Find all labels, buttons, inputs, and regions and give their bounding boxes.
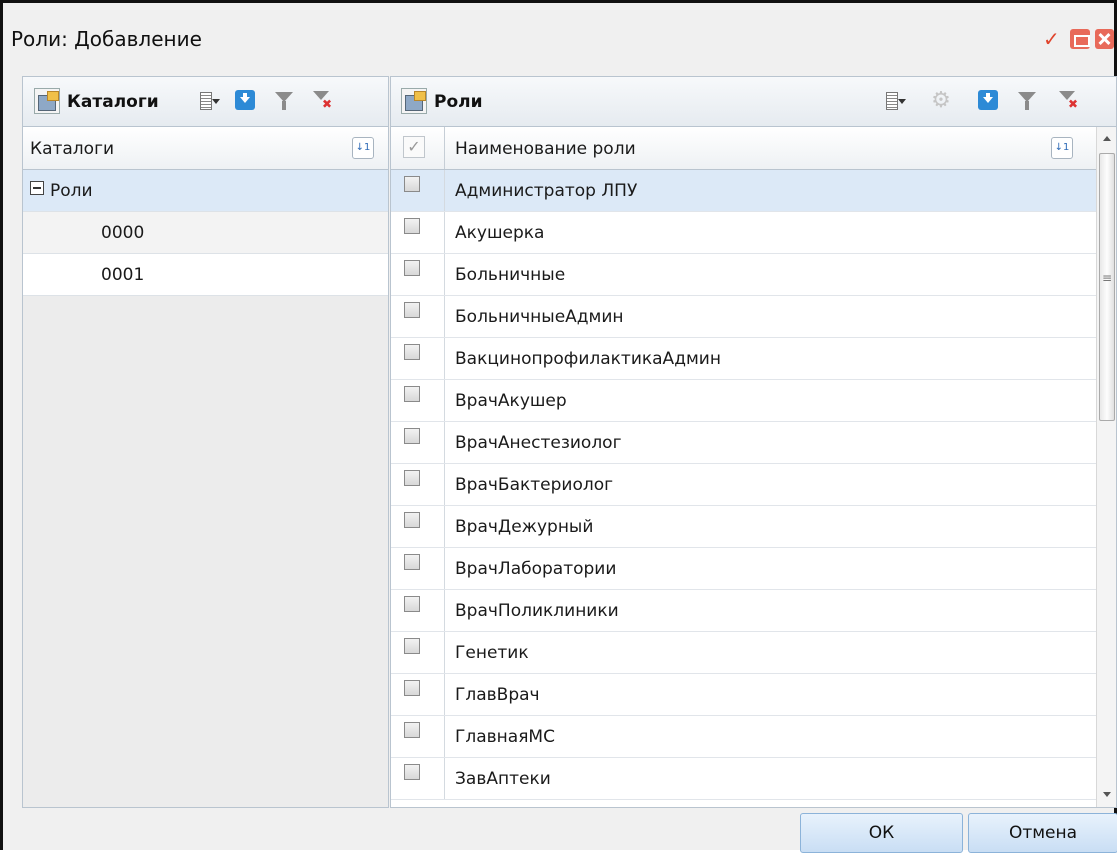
row-checkbox[interactable] [404,176,420,192]
roles-title: Роли [434,92,483,112]
role-name: ВрачБактериолог [455,475,614,495]
row-checkbox[interactable] [404,470,420,486]
filter-clear-icon[interactable] [1058,90,1080,112]
download-icon[interactable] [978,90,998,110]
columns-menu-icon[interactable] [884,90,906,112]
table-row[interactable]: БольничныеАдмин [391,296,1096,338]
table-row[interactable]: ГлавнаяМС [391,716,1096,758]
role-name: ВрачЛаборатории [455,559,617,579]
row-checkbox[interactable] [404,302,420,318]
role-name: БольничныеАдмин [455,307,624,327]
role-name: ГлавнаяМС [455,727,555,747]
row-checkbox[interactable] [404,554,420,570]
table-row[interactable]: ВрачАкушер [391,380,1096,422]
role-name: ВрачАкушер [455,391,567,411]
vertical-scrollbar[interactable] [1096,127,1116,807]
row-checkbox[interactable] [404,512,420,528]
gear-icon[interactable]: ⚙ [930,90,952,112]
table-row[interactable]: ВрачДежурный [391,506,1096,548]
row-checkbox[interactable] [404,680,420,696]
row-checkbox[interactable] [404,386,420,402]
download-icon[interactable] [235,90,255,110]
tree-node-0001[interactable]: 0001 [23,254,388,296]
table-row[interactable]: ВакцинопрофилактикаАдмин [391,338,1096,380]
tree-node-label: 0000 [101,223,145,243]
catalog-icon [401,88,427,114]
columns-menu-icon[interactable] [198,90,220,112]
role-name: Акушерка [455,223,545,243]
table-row[interactable]: ВрачПоликлиники [391,590,1096,632]
roles-panel: Роли ⚙ ✓ Наименование роли ↓1 Администра… [390,76,1117,808]
catalogs-toolbar: Каталоги [23,77,388,127]
filter-icon[interactable] [273,90,295,112]
row-checkbox[interactable] [404,596,420,612]
role-name: Администратор ЛПУ [455,181,638,201]
table-row[interactable]: ВрачЛаборатории [391,548,1096,590]
window-title: Роли: Добавление [11,27,202,51]
roles-toolbar: Роли ⚙ [391,77,1116,127]
sort-icon[interactable]: ↓1 [352,137,374,159]
catalogs-panel: Каталоги Каталоги ↓1 Роли 0000 0001 [22,76,389,808]
role-name-column-label[interactable]: Наименование роли [455,139,636,159]
row-checkbox[interactable] [404,764,420,780]
row-checkbox[interactable] [404,722,420,738]
role-name: ГлавВрач [455,685,540,705]
scroll-up-icon[interactable] [1097,127,1117,151]
role-name: ВрачДежурный [455,517,594,537]
tree-node-roles[interactable]: Роли [23,170,388,212]
cancel-button[interactable]: Отмена [968,813,1117,853]
titlebar: Роли: Добавление ✓ [3,3,1114,71]
row-checkbox[interactable] [404,428,420,444]
filter-icon[interactable] [1016,90,1038,112]
table-row[interactable]: ВрачАнестезиолог [391,422,1096,464]
table-row[interactable]: Администратор ЛПУ [391,170,1096,212]
table-row[interactable]: ЗавАптеки [391,758,1096,800]
tree-node-label: Роли [50,181,93,201]
ok-button[interactable]: ОК [800,813,963,853]
role-name: ЗавАптеки [455,769,551,789]
select-all-checkbox[interactable]: ✓ [403,136,425,158]
table-row[interactable]: Акушерка [391,212,1096,254]
catalogs-title: Каталоги [67,92,159,112]
row-checkbox[interactable] [404,218,420,234]
collapse-icon[interactable] [30,181,44,195]
sort-icon[interactable]: ↓1 [1051,137,1073,159]
row-checkbox[interactable] [404,638,420,654]
row-checkbox[interactable] [404,344,420,360]
column-divider [444,127,445,169]
role-name: ВрачАнестезиолог [455,433,622,453]
role-name: ВрачПоликлиники [455,601,619,621]
catalog-icon [34,88,60,114]
table-row[interactable]: Генетик [391,632,1096,674]
roles-column-header: ✓ Наименование роли ↓1 [391,127,1096,170]
tree-node-0000[interactable]: 0000 [23,212,388,254]
catalogs-column-header[interactable]: Каталоги ↓1 [23,127,388,170]
scroll-thumb[interactable] [1099,153,1115,421]
close-icon[interactable] [1095,29,1114,49]
roles-grid: Администратор ЛПУ Акушерка Больничные Бо… [391,170,1096,807]
tree-node-label: 0001 [101,265,145,285]
role-name: ВакцинопрофилактикаАдмин [455,349,721,369]
minimize-icon[interactable] [1070,29,1090,49]
filter-clear-icon[interactable] [312,90,334,112]
role-name: Больничные [455,265,566,285]
row-checkbox[interactable] [404,260,420,276]
dialog-window: Роли: Добавление ✓ Каталоги Каталоги ↓1 … [0,0,1117,853]
table-row[interactable]: Больничные [391,254,1096,296]
catalogs-column-label: Каталоги [30,139,115,159]
role-name: Генетик [455,643,529,663]
table-row[interactable]: ВрачБактериолог [391,464,1096,506]
check-icon[interactable]: ✓ [1043,29,1063,49]
scroll-down-icon[interactable] [1097,783,1117,807]
table-row[interactable]: ГлавВрач [391,674,1096,716]
